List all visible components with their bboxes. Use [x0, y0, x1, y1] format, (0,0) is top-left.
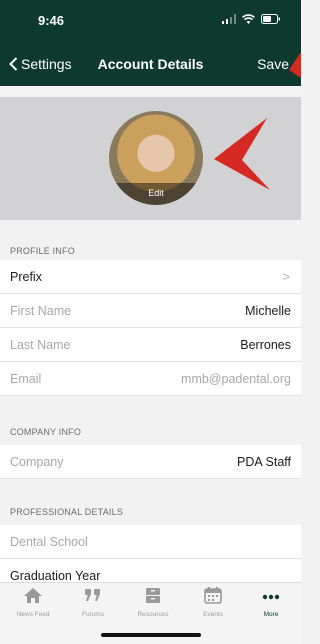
graduation-year-label: Graduation Year — [10, 569, 101, 583]
home-icon — [24, 588, 42, 603]
section-header-professional-details: PROFESSIONAL DETAILS — [0, 495, 301, 521]
last-name-label: Last Name — [10, 338, 71, 352]
chevron-right-icon: > — [282, 269, 290, 284]
home-indicator — [101, 633, 201, 637]
section-header-company-info: COMPANY INFO — [0, 415, 301, 441]
tab-events[interactable]: Events — [185, 587, 241, 618]
section-header-label: COMPANY INFO — [10, 427, 82, 437]
tab-label: More — [263, 611, 279, 618]
quote-icon — [85, 589, 100, 601]
first-name-label: First Name — [10, 304, 72, 318]
dental-school-row[interactable]: Dental School — [0, 525, 301, 559]
email-label: Email — [10, 372, 42, 386]
tab-forums[interactable]: Forums — [65, 587, 121, 618]
tab-label: News Feed — [16, 611, 50, 618]
company-label: Company — [10, 455, 64, 469]
email-row[interactable]: Email mmb@padental.org — [0, 362, 301, 396]
tab-news-feed[interactable]: News Feed — [5, 587, 61, 618]
section-header-label: PROFILE INFO — [10, 246, 75, 256]
tab-label: Forums — [81, 611, 105, 618]
first-name-row[interactable]: First Name Michelle — [0, 294, 301, 328]
section-header-label: PROFESSIONAL DETAILS — [10, 507, 124, 517]
tab-more[interactable]: More — [243, 587, 299, 618]
last-name-value[interactable]: Berrones — [240, 338, 291, 352]
more-icon — [262, 594, 280, 600]
company-value[interactable]: PDA Staff — [237, 455, 291, 469]
company-row[interactable]: Company PDA Staff — [0, 445, 301, 479]
email-value[interactable]: mmb@padental.org — [181, 372, 291, 386]
calendar-icon — [204, 587, 222, 604]
dental-school-label: Dental School — [10, 535, 88, 549]
last-name-row[interactable]: Last Name Berrones — [0, 328, 301, 362]
prefix-row[interactable]: Prefix > — [0, 260, 301, 294]
section-header-profile-info: PROFILE INFO — [0, 234, 301, 260]
tab-label: Events — [203, 611, 223, 618]
annotation-arrow-icon — [214, 52, 301, 190]
prefix-label: Prefix — [10, 270, 42, 284]
tab-resources[interactable]: Resources — [125, 587, 181, 618]
first-name-value[interactable]: Michelle — [245, 304, 291, 318]
tab-label: Resources — [137, 611, 169, 618]
archive-icon — [146, 588, 160, 603]
